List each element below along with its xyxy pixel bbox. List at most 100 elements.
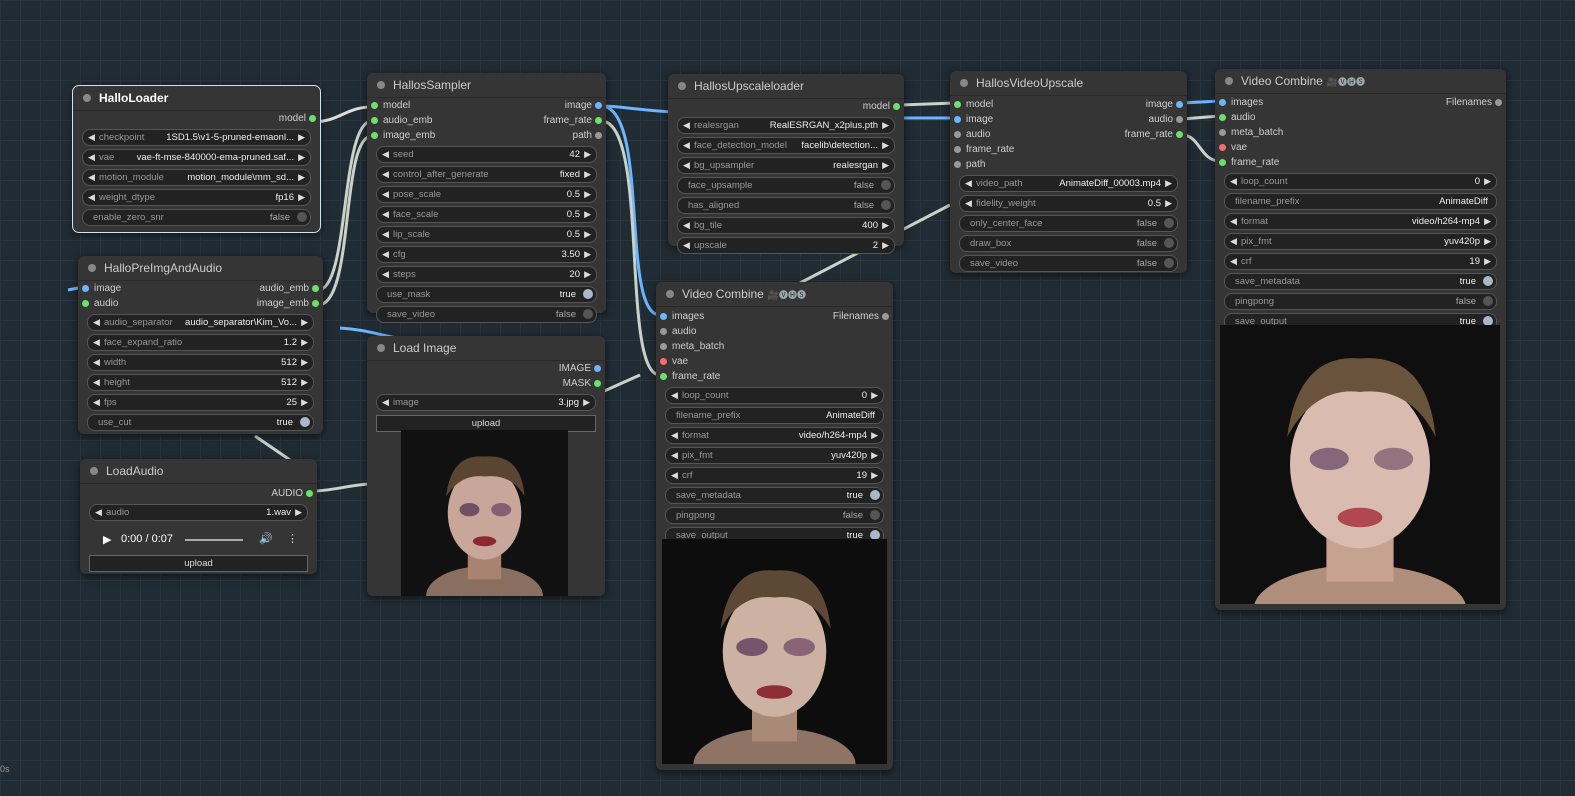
slot-dot[interactable] bbox=[371, 102, 378, 109]
widget-width[interactable]: ◀ width 512 ▶ bbox=[87, 354, 314, 371]
input-model[interactable]: model bbox=[367, 98, 410, 113]
input-image[interactable]: image bbox=[78, 281, 121, 296]
video-preview[interactable] bbox=[662, 539, 887, 764]
input-images[interactable]: images bbox=[656, 309, 704, 324]
slot-dot[interactable] bbox=[1176, 101, 1183, 108]
widget-pix-fmt[interactable]: ◀ pix_fmt yuv420p ▶ bbox=[1224, 233, 1497, 250]
input-audio[interactable]: audio bbox=[950, 127, 990, 142]
widget-upscale[interactable]: ◀ upscale 2 ▶ bbox=[677, 237, 895, 254]
output-audio[interactable]: AUDIO bbox=[271, 486, 317, 501]
widget-pingpong[interactable]: pingpong false bbox=[665, 507, 884, 524]
widget-pose-scale[interactable]: ◀ pose_scale 0.5 ▶ bbox=[376, 186, 597, 203]
slot-dot[interactable] bbox=[82, 285, 89, 292]
slot-dot[interactable] bbox=[1219, 99, 1226, 106]
audio-progress[interactable] bbox=[185, 539, 243, 541]
widget-face-scale[interactable]: ◀ face_scale 0.5 ▶ bbox=[376, 206, 597, 223]
widget-fidelity-weight[interactable]: ◀ fidelity_weight 0.5 ▶ bbox=[959, 195, 1178, 212]
slot-dot[interactable] bbox=[660, 343, 667, 350]
widget-audio[interactable]: ◀ audio 1.wav ▶ bbox=[89, 504, 308, 521]
widget-draw-box[interactable]: draw_box false bbox=[959, 235, 1178, 252]
node-halloloader[interactable]: HalloLoader model ◀ checkpoint 1SD1.5\v1-5… bbox=[72, 85, 321, 233]
slot-dot[interactable] bbox=[660, 313, 667, 320]
widget-only-center-face[interactable]: only_center_face false bbox=[959, 215, 1178, 232]
output-filenames[interactable]: Filenames bbox=[1446, 95, 1506, 110]
output-image[interactable]: image bbox=[1146, 97, 1187, 112]
widget-pix-fmt[interactable]: ◀ pix_fmt yuv420p ▶ bbox=[665, 447, 884, 464]
widget-cfg[interactable]: ◀ cfg 3.50 ▶ bbox=[376, 246, 597, 263]
input-meta-batch[interactable]: meta_batch bbox=[656, 339, 724, 354]
output-audio[interactable]: audio bbox=[1149, 112, 1187, 127]
node-loadimage[interactable]: Load Image IMAGE MASK ◀ image 3.jpg ▶ uploa… bbox=[367, 336, 605, 596]
widget-realesrgan[interactable]: ◀ realesrgan RealESRGAN_x2plus.pth ▶ bbox=[677, 117, 895, 134]
slot-dot[interactable] bbox=[660, 328, 667, 335]
widget-loop-count[interactable]: ◀ loop_count 0 ▶ bbox=[665, 387, 884, 404]
input-frame-rate[interactable]: frame_rate bbox=[950, 142, 1014, 157]
widget-has-aligned[interactable]: has_aligned false bbox=[677, 197, 895, 214]
slot-dot[interactable] bbox=[882, 313, 889, 320]
widget-save-video[interactable]: save_video false bbox=[959, 255, 1178, 272]
slot-dot[interactable] bbox=[306, 490, 313, 497]
widget-bg-upsampler[interactable]: ◀ bg_upsampler realesrgan ▶ bbox=[677, 157, 895, 174]
widget-vae[interactable]: ◀ vae vae-ft-mse-840000-ema-pruned.saf... ▶ bbox=[82, 149, 311, 166]
slot-dot[interactable] bbox=[1219, 129, 1226, 136]
slot-dot[interactable] bbox=[595, 102, 602, 109]
widget-lip-scale[interactable]: ◀ lip_scale 0.5 ▶ bbox=[376, 226, 597, 243]
widget-video-path[interactable]: ◀ video_path AnimateDiff_00003.mp4 ▶ bbox=[959, 175, 1178, 192]
node-halloprep[interactable]: HalloPreImgAndAudio image audio_emb audi… bbox=[78, 256, 323, 434]
input-frame-rate[interactable]: frame_rate bbox=[656, 369, 720, 384]
slot-dot[interactable] bbox=[595, 132, 602, 139]
slot-dot[interactable] bbox=[1219, 114, 1226, 121]
upload-button[interactable]: upload bbox=[89, 555, 308, 572]
widget-weight-dtype[interactable]: ◀ weight_dtype fp16 ▶ bbox=[82, 189, 311, 206]
output-image[interactable]: IMAGE bbox=[559, 361, 605, 376]
widget-height[interactable]: ◀ height 512 ▶ bbox=[87, 374, 314, 391]
widget-save-metadata[interactable]: save_metadata true bbox=[665, 487, 884, 504]
video-preview[interactable] bbox=[1220, 325, 1500, 604]
widget-format[interactable]: ◀ format video/h264-mp4 ▶ bbox=[1224, 213, 1497, 230]
widget-save-video[interactable]: save_video false bbox=[376, 306, 597, 323]
input-images[interactable]: images bbox=[1215, 95, 1263, 110]
widget-filename-prefix[interactable]: filename_prefix AnimateDiff bbox=[665, 407, 884, 424]
slot-dot[interactable] bbox=[371, 132, 378, 139]
slot-dot[interactable] bbox=[312, 285, 319, 292]
slot-dot[interactable] bbox=[1219, 144, 1226, 151]
input-image-emb[interactable]: image_emb bbox=[367, 128, 435, 143]
slot-dot[interactable] bbox=[312, 300, 319, 307]
slot-dot[interactable] bbox=[954, 131, 961, 138]
widget-bg-tile[interactable]: ◀ bg_tile 400 ▶ bbox=[677, 217, 895, 234]
output-frame-rate[interactable]: frame_rate bbox=[544, 113, 606, 128]
more-icon[interactable]: ⋮ bbox=[287, 532, 298, 545]
widget-crf[interactable]: ◀ crf 19 ▶ bbox=[665, 467, 884, 484]
widget-crf[interactable]: ◀ crf 19 ▶ bbox=[1224, 253, 1497, 270]
input-vae[interactable]: vae bbox=[656, 354, 688, 369]
input-frame-rate[interactable]: frame_rate bbox=[1215, 155, 1279, 170]
widget-face-expand-ratio[interactable]: ◀ face_expand_ratio 1.2 ▶ bbox=[87, 334, 314, 351]
node-videoupscale[interactable]: HallosVideoUpscale model image image aud… bbox=[950, 71, 1187, 273]
slot-dot[interactable] bbox=[595, 117, 602, 124]
slot-dot[interactable] bbox=[954, 161, 961, 168]
input-meta-batch[interactable]: meta_batch bbox=[1215, 125, 1283, 140]
slot-dot[interactable] bbox=[660, 373, 667, 380]
input-audio-emb[interactable]: audio_emb bbox=[367, 113, 432, 128]
widget-use-mask[interactable]: use_mask true bbox=[376, 286, 597, 303]
node-video-combine-1[interactable]: Video Combine 🎥🅥🅗🅢 images Filenames audio… bbox=[656, 282, 893, 770]
slot-dot[interactable] bbox=[954, 101, 961, 108]
slot-dot[interactable] bbox=[660, 358, 667, 365]
node-video-combine-2[interactable]: Video Combine 🎥🅥🅗🅢 images Filenames audio… bbox=[1215, 69, 1506, 610]
node-sampler[interactable]: HallosSampler model image audio_emb fram… bbox=[367, 73, 606, 323]
slot-dot[interactable] bbox=[594, 380, 601, 387]
play-icon[interactable]: ▶ bbox=[103, 533, 111, 546]
widget-checkpoint[interactable]: ◀ checkpoint 1SD1.5\v1-5-pruned-emaonl... ▶ bbox=[82, 129, 311, 146]
output-image[interactable]: image bbox=[565, 98, 606, 113]
input-path[interactable]: path bbox=[950, 157, 985, 172]
slot-dot[interactable] bbox=[1176, 116, 1183, 123]
widget-motion-module[interactable]: ◀ motion_module motion_module\mm_sd... ▶ bbox=[82, 169, 311, 186]
input-audio[interactable]: audio bbox=[1215, 110, 1255, 125]
node-loadaudio[interactable]: LoadAudio AUDIO ◀ audio 1.wav ▶ ▶ 0:00 / 0:… bbox=[80, 459, 317, 574]
widget-fps[interactable]: ◀ fps 25 ▶ bbox=[87, 394, 314, 411]
widget-enable-zero-snr[interactable]: enable_zero_snr false bbox=[82, 209, 311, 226]
widget-face-detection-model[interactable]: ◀ face_detection_model facelib\detection..… bbox=[677, 137, 895, 154]
slot-dot[interactable] bbox=[1176, 131, 1183, 138]
output-filenames[interactable]: Filenames bbox=[833, 309, 893, 324]
output-mask[interactable]: MASK bbox=[563, 376, 605, 391]
